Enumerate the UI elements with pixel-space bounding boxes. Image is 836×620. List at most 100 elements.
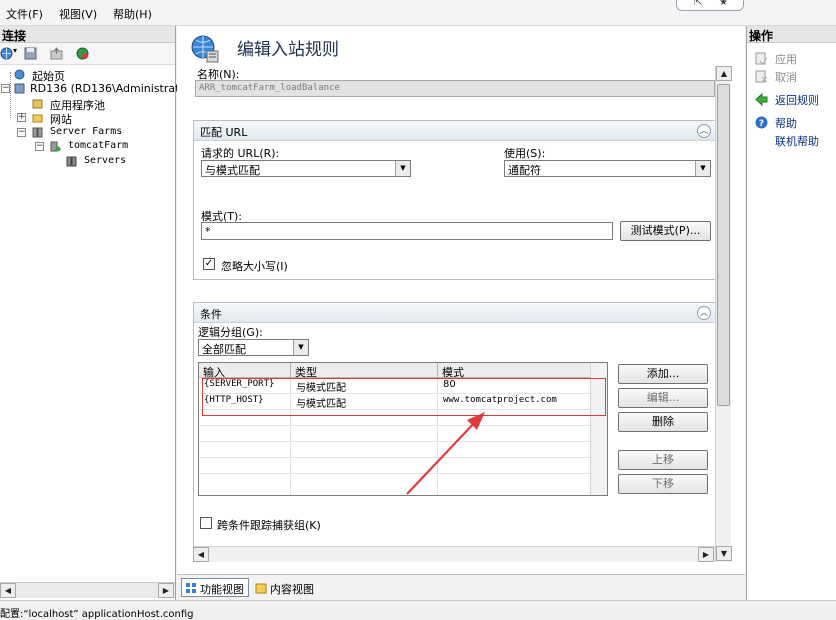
cell-type: 与模式匹配 (291, 378, 438, 394)
window-controls: ⇱ ★ (676, 0, 744, 11)
dropdown-arrow-icon[interactable]: ▾ (13, 46, 17, 55)
cell-input: {HTTP_HOST} (199, 394, 291, 410)
action-label: 联机帮助 (775, 135, 819, 148)
menu-file[interactable]: 文件(F) (6, 6, 43, 22)
move-up-button[interactable]: 上移 (618, 450, 708, 470)
empty-cell (199, 442, 291, 458)
using-select[interactable]: 通配符 ▼ (504, 160, 711, 177)
chevron-down-icon[interactable]: ▼ (695, 161, 710, 176)
track-captures-checkbox[interactable] (200, 517, 212, 529)
scroll-left-icon[interactable]: ◀ (193, 547, 209, 562)
requested-url-select[interactable]: 与模式匹配 ▼ (201, 160, 411, 177)
tree-label: RD136 (RD136\Administrator) (30, 82, 195, 95)
connections-hscroll[interactable]: ◀ ▶ (0, 582, 175, 598)
start-page-icon (14, 69, 25, 80)
app-pool-icon (32, 99, 43, 109)
scroll-thumb[interactable] (717, 84, 730, 406)
tree-label: 网站 (50, 113, 72, 126)
menu-help[interactable]: 帮助(H) (113, 6, 152, 22)
requested-url-label: 请求的 URL(R): (201, 147, 280, 160)
pattern-input[interactable]: * (201, 222, 613, 240)
track-captures-label: 跨条件跟踪捕获组(K) (217, 519, 321, 532)
action-label: 帮助 (775, 117, 797, 130)
collapse-section-icon[interactable]: ︿ (697, 306, 711, 320)
empty-cell (199, 458, 291, 474)
annotation-arrow-icon (406, 412, 485, 495)
scroll-left-icon[interactable]: ◀ (0, 583, 16, 598)
url-rewrite-globe-icon (191, 35, 219, 63)
name-field[interactable]: ARR_tomcatFarm_loadBalance (195, 80, 715, 97)
chevron-down-icon[interactable]: ▼ (395, 161, 410, 176)
features-view-icon (186, 583, 196, 593)
view-switcher: 功能视图 内容视图 (177, 574, 745, 600)
column-header-input[interactable]: 输入 (199, 363, 291, 379)
collapse-section-icon[interactable]: ︿ (697, 124, 711, 138)
empty-cell (199, 410, 291, 426)
column-header-type[interactable]: 类型 (291, 363, 438, 379)
delete-button[interactable]: 删除 (618, 412, 708, 432)
resize-icon[interactable]: ⇱ (694, 0, 702, 8)
ignore-case-checkbox[interactable]: ✓ (203, 258, 215, 270)
tree-label: Server Farms (50, 126, 123, 137)
status-bar: 配置:“localhost” applicationHost.config (0, 600, 836, 620)
logical-group-label: 逻辑分组(G): (198, 326, 263, 339)
svg-text:?: ? (759, 119, 764, 129)
empty-cell (199, 474, 291, 495)
main-pane: 编辑入站规则 名称(N): ARR_tomcatFarm_loadBalance… (177, 26, 745, 600)
scroll-down-icon[interactable]: ▼ (716, 546, 732, 561)
help-icon: ? (755, 116, 768, 129)
main-vscroll[interactable]: ▲ ▼ (715, 66, 732, 562)
column-header-pattern[interactable]: 模式 (438, 363, 592, 379)
star-icon[interactable]: ★ (719, 0, 728, 8)
page-title: 编辑入站规则 (237, 40, 339, 60)
menu-bar: 文件(F) 视图(V) 帮助(H) ⇱ ★ (0, 0, 836, 26)
tab-label: 内容视图 (270, 583, 314, 596)
server-farms-icon (32, 127, 43, 138)
up-level-icon[interactable] (50, 47, 63, 60)
connections-pane: 连接 ▾ 起始页 − RD136 (RD136\Administrator) 应… (0, 26, 195, 600)
chevron-down-icon[interactable]: ▼ (293, 340, 308, 355)
cancel-icon (755, 70, 768, 83)
main-hscroll[interactable]: ◀ ▶ (193, 546, 715, 562)
edit-button[interactable]: 编辑... (618, 388, 708, 408)
connections-toolbar: ▾ (0, 43, 175, 65)
connect-globe-icon[interactable] (0, 47, 13, 60)
match-url-section: 匹配 URL ︿ (193, 120, 717, 280)
test-pattern-button[interactable]: 测试模式(P)... (620, 221, 711, 241)
menu-view[interactable]: 视图(V) (59, 6, 97, 22)
using-value: 通配符 (508, 164, 541, 177)
scroll-right-icon[interactable]: ▶ (158, 583, 174, 598)
scroll-up-icon[interactable]: ▲ (716, 66, 732, 81)
expand-icon[interactable]: + (17, 113, 26, 122)
farm-icon (50, 141, 61, 152)
content-view-icon (255, 583, 267, 594)
server-icon (14, 83, 25, 94)
tab-features-view[interactable]: 功能视图 (181, 578, 249, 597)
tree-label: tomcatFarm (68, 140, 129, 151)
scroll-right-icon[interactable]: ▶ (698, 547, 714, 562)
tab-label: 功能视图 (200, 583, 244, 596)
sites-folder-icon (32, 114, 43, 123)
empty-cell (199, 426, 291, 442)
using-label: 使用(S): (504, 147, 546, 160)
cell-pattern: 80 (438, 378, 592, 394)
requested-url-value: 与模式匹配 (205, 164, 260, 177)
logical-group-select[interactable]: 全部匹配 ▼ (198, 339, 309, 356)
logical-group-value: 全部匹配 (202, 343, 246, 356)
connections-globe-icon[interactable] (76, 47, 89, 60)
section-title: 条件 (200, 308, 222, 321)
collapse-icon[interactable]: − (35, 142, 44, 151)
action-label: 返回规则 (775, 94, 819, 107)
tab-content-view[interactable]: 内容视图 (251, 578, 319, 597)
collapse-icon[interactable]: − (17, 128, 26, 137)
grid-vscroll[interactable] (590, 363, 607, 495)
actions-pane: 操作 应用 取消 返回规则 ? 帮助 联机帮助 (746, 26, 836, 600)
move-down-button[interactable]: 下移 (618, 474, 708, 494)
add-button[interactable]: 添加... (618, 364, 708, 384)
servers-icon (66, 156, 77, 167)
apply-icon (755, 52, 768, 65)
collapse-icon[interactable]: − (1, 84, 10, 93)
save-icon[interactable] (24, 47, 37, 60)
tree-item-server[interactable]: − RD136 (RD136\Administrator) (0, 82, 195, 96)
action-label: 应用 (775, 53, 797, 66)
